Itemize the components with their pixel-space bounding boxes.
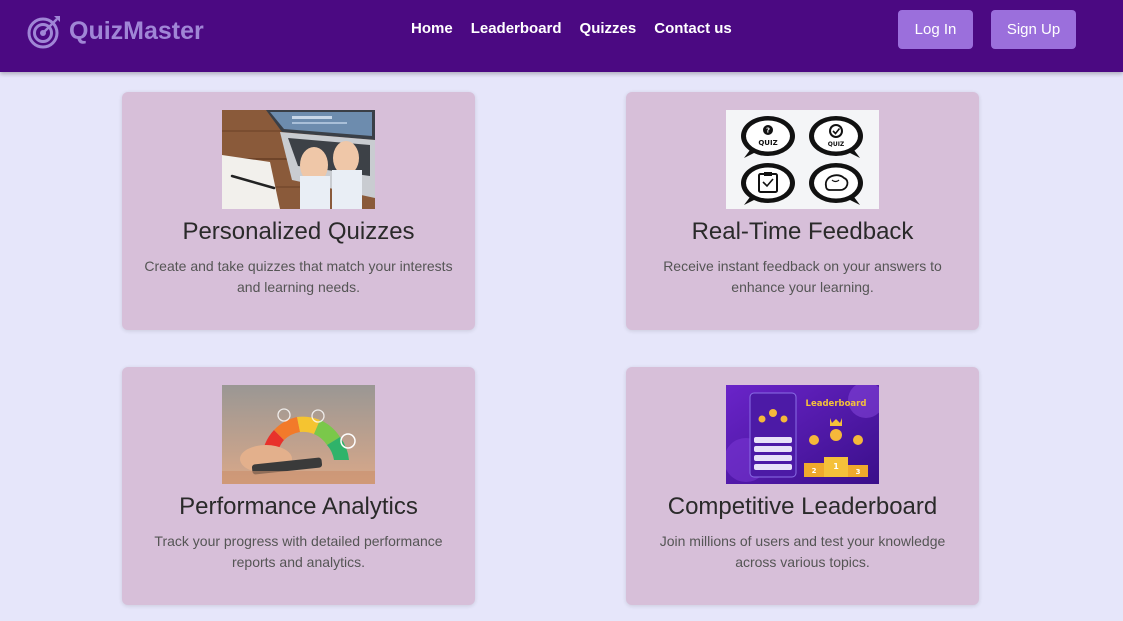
feature-description: Join millions of users and test your kno… bbox=[659, 533, 946, 570]
feature-card-personalized-quizzes: Personalized Quizzes Create and take qui… bbox=[122, 92, 475, 330]
quiz-icons-image: ? QUIZ QUIZ bbox=[726, 110, 879, 209]
svg-text:?: ? bbox=[766, 127, 770, 135]
feature-title: Real-Time Feedback bbox=[691, 218, 914, 245]
quiz-text-2: QUIZ bbox=[828, 141, 845, 148]
analytics-gauge-photo bbox=[222, 385, 375, 484]
laptop-typing-photo bbox=[222, 110, 375, 209]
feature-card-real-time-feedback: ? QUIZ QUIZ Real-Time Feedback Receive i… bbox=[626, 92, 979, 330]
feature-title: Performance Analytics bbox=[179, 493, 418, 520]
podium-third: 3 bbox=[856, 468, 861, 476]
feature-description: Track your progress with detailed perfor… bbox=[154, 533, 443, 570]
feature-title: Personalized Quizzes bbox=[182, 218, 415, 245]
feature-card-competitive-leaderboard: Leaderboard 1 2 3 Competitive Leaderboar… bbox=[626, 367, 979, 605]
nav-link-home[interactable]: Home bbox=[411, 20, 453, 38]
brand-name: QuizMaster bbox=[69, 16, 204, 45]
feature-card-performance-analytics: Performance Analytics Track your progres… bbox=[122, 367, 475, 605]
feature-title: Competitive Leaderboard bbox=[667, 493, 938, 520]
podium-second: 2 bbox=[812, 467, 817, 475]
leaderboard-image-title: Leaderboard bbox=[806, 399, 867, 409]
brand-logo[interactable]: QuizMaster bbox=[27, 12, 204, 50]
nav-link-leaderboard[interactable]: Leaderboard bbox=[471, 20, 562, 38]
quiz-text-1: QUIZ bbox=[758, 139, 777, 147]
signup-button[interactable]: Sign Up bbox=[991, 10, 1076, 49]
target-icon bbox=[27, 16, 60, 49]
nav-link-contact[interactable]: Contact us bbox=[654, 20, 732, 38]
nav-links: Home Leaderboard Quizzes Contact us bbox=[411, 20, 750, 38]
feature-description: Create and take quizzes that match your … bbox=[144, 258, 453, 295]
login-button[interactable]: Log In bbox=[898, 10, 973, 49]
podium-first: 1 bbox=[833, 462, 839, 471]
navbar: QuizMaster Home Leaderboard Quizzes Cont… bbox=[0, 0, 1123, 72]
nav-link-quizzes[interactable]: Quizzes bbox=[580, 20, 637, 38]
feature-description: Receive instant feedback on your answers… bbox=[663, 258, 942, 295]
leaderboard-illustration: Leaderboard 1 2 3 bbox=[726, 385, 879, 484]
